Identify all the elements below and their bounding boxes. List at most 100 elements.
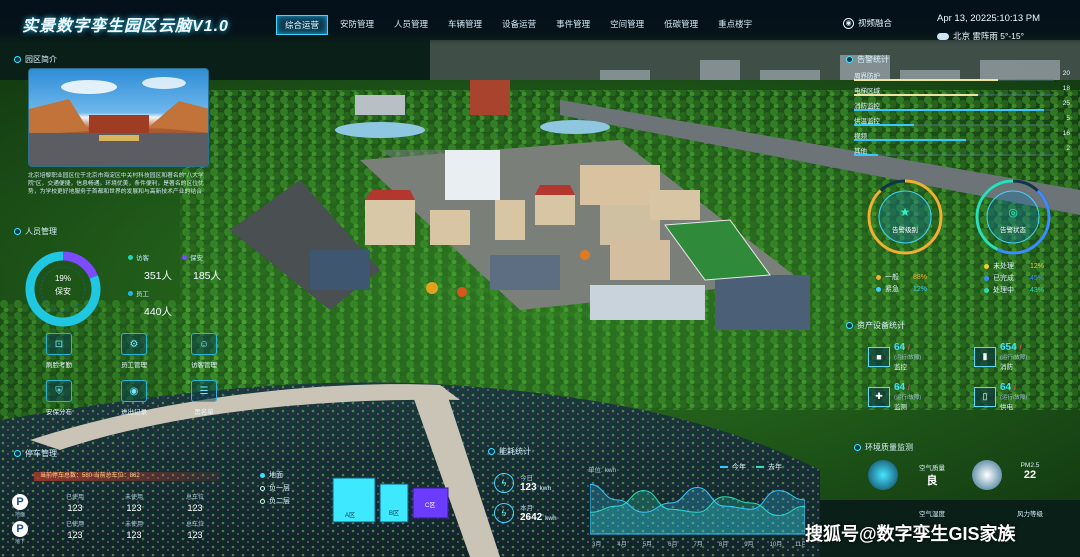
staff-count: 440人 bbox=[144, 306, 173, 318]
alarm-bar-fill bbox=[854, 79, 998, 81]
stat-security: 保安 185人 bbox=[182, 252, 221, 283]
quick-staff-mgmt[interactable]: ⚙ 员工管理 bbox=[114, 333, 154, 369]
panel-marker-icon bbox=[14, 56, 21, 63]
env-title: 环境质量监测 bbox=[865, 443, 913, 452]
floor-b2[interactable]: 负二层 bbox=[260, 496, 290, 506]
parking-icon: P bbox=[12, 521, 28, 537]
alarm-bar-fill bbox=[854, 109, 1044, 111]
donut-label: 保安 bbox=[55, 287, 71, 296]
alarm-bar-value: 25 bbox=[1062, 100, 1070, 107]
asset-fire[interactable]: ▮ 654 /(运行/故障) 消防 bbox=[974, 342, 1027, 371]
zone-c-label: C区 bbox=[425, 502, 435, 509]
parking-floor-legend: 地面 负一层 负二层 bbox=[260, 470, 290, 506]
alarm-level-gauge: ★ bbox=[867, 179, 943, 255]
cloud-icon bbox=[937, 32, 949, 40]
tab-events[interactable]: 事件管理 bbox=[548, 15, 598, 35]
stat-staff: 员工 440人 bbox=[128, 288, 172, 319]
panel-marker-icon bbox=[846, 322, 853, 329]
parking-ground-free: 未使用 123 bbox=[125, 495, 144, 513]
tab-equipment[interactable]: 设备运营 bbox=[494, 15, 544, 35]
video-fusion-button[interactable]: ◉ 视频融合 bbox=[843, 17, 892, 29]
quick-visitor-mgmt[interactable]: ☺ 访客管理 bbox=[184, 333, 224, 369]
x-tick-label: 4月 bbox=[617, 541, 626, 548]
x-tick-label: 11月 bbox=[795, 541, 805, 548]
x-tick-label: 3月 bbox=[592, 541, 601, 548]
zone-a-label: A区 bbox=[345, 512, 355, 519]
tab-key-buildings[interactable]: 重点楼宇 bbox=[710, 15, 760, 35]
energy-area-chart: 3月 4月 5月 6月 7月 8月 9月 10月 11月 bbox=[590, 483, 805, 548]
parking-ground-used: 已使用 123 bbox=[66, 495, 85, 513]
state-unprocessed: 未处理 12% bbox=[984, 261, 1044, 271]
x-tick-label: 9月 bbox=[744, 541, 753, 548]
quick-label: 黑名单 bbox=[194, 409, 214, 416]
parking-underground-label: 地下 bbox=[14, 539, 25, 545]
quick-blacklist[interactable]: ☰ 黑名单 bbox=[184, 380, 224, 416]
panel-marker-icon bbox=[14, 228, 21, 235]
parking-panel-title: 停车管理 bbox=[14, 448, 57, 459]
staff-label: 员工 bbox=[136, 291, 149, 298]
cctv-icon: ■ bbox=[868, 346, 890, 367]
alarm-bar-value: 18 bbox=[1062, 85, 1070, 92]
env-panel-title: 环境质量监测 bbox=[854, 442, 913, 453]
x-tick-label: 7月 bbox=[694, 541, 703, 548]
tab-space[interactable]: 空间管理 bbox=[602, 15, 652, 35]
personnel-panel-title: 人员管理 bbox=[14, 226, 57, 237]
quick-label: 访客管理 bbox=[191, 362, 217, 369]
parking-title: 停车管理 bbox=[25, 449, 57, 458]
tab-personnel[interactable]: 人员管理 bbox=[386, 15, 436, 35]
energy-title: 能耗统计 bbox=[499, 447, 531, 456]
tab-vehicle[interactable]: 车辆管理 bbox=[440, 15, 490, 35]
bolt-icon: ϟ bbox=[494, 502, 514, 523]
tab-security[interactable]: 安防管理 bbox=[332, 15, 382, 35]
env-air-quality: 空气质量良 bbox=[919, 465, 945, 487]
alarm-title: 告警统计 bbox=[857, 55, 889, 64]
alarm-bar-value: 5 bbox=[1066, 115, 1070, 122]
user-icon: ☺ bbox=[191, 333, 217, 355]
watermark-text: 搜狐号@数字孪生GIS家族 bbox=[805, 524, 1016, 544]
tab-overview[interactable]: 综合运营 bbox=[276, 15, 329, 35]
alarm-state-ring[interactable]: ◎ 告警状态 bbox=[972, 176, 1054, 258]
globe-icon: ◉ bbox=[843, 17, 854, 29]
asset-monitoring[interactable]: ✚ 64 /(运行/故障) 监测 bbox=[868, 382, 921, 411]
legend-last-year: 去年 bbox=[756, 462, 782, 472]
legend-this-year: 今年 bbox=[720, 462, 746, 472]
parking-floor-map: A区 B区 C区 bbox=[332, 477, 449, 523]
quick-face-attendance[interactable]: ⊡ 刷脸考勤 bbox=[39, 333, 79, 369]
parking-summary-bar: 当前停车总数：580 当前总车位：862 bbox=[34, 472, 220, 481]
energy-today: ϟ 今日 123 kwh bbox=[494, 472, 551, 493]
quick-label: 安保分布 bbox=[46, 409, 72, 416]
alarm-level-label: 告警级别 bbox=[892, 227, 918, 234]
alarm-bar-value: 20 bbox=[1062, 70, 1070, 77]
campus-gate-photo bbox=[28, 68, 209, 167]
weather: 北京 雷阵雨 5°-15° bbox=[937, 30, 1024, 42]
alarm-level-ring[interactable]: ★ 告警级别 bbox=[864, 176, 946, 258]
shield-icon: ⛨ bbox=[46, 380, 72, 402]
stat-visitors: 访客 351人 bbox=[128, 252, 172, 283]
quick-security-dist[interactable]: ⛨ 安保分布 bbox=[39, 380, 79, 416]
assets-panel-title: 资产设备统计 bbox=[846, 320, 905, 331]
main-nav: 综合运营 安防管理 人员管理 车辆管理 设备运营 事件管理 空间管理 低碳管理 … bbox=[276, 15, 764, 35]
security-label: 保安 bbox=[190, 255, 203, 262]
alarm-bar-row: 电梯区域 18 bbox=[854, 85, 1070, 97]
zone-b-label: B区 bbox=[389, 510, 399, 517]
gear-icon: ⚙ bbox=[121, 333, 147, 355]
energy-month: ϟ 本月 2642 kwh bbox=[494, 502, 557, 523]
floor-ground[interactable]: 地面 bbox=[260, 470, 290, 480]
asset-monitor[interactable]: ■ 64 /(运行/故障) 监控 bbox=[868, 342, 921, 371]
bolt-icon: ϟ bbox=[494, 472, 514, 493]
alarm-panel-title: 告警统计 bbox=[846, 54, 889, 65]
floor-b1[interactable]: 负一层 bbox=[260, 483, 290, 493]
air-quality-icon bbox=[868, 460, 898, 490]
personnel-donut: 19% 保安 bbox=[22, 248, 104, 330]
x-tick-label: 5月 bbox=[643, 541, 652, 548]
quick-access-records[interactable]: ◉ 进出记录 bbox=[114, 380, 154, 416]
datetime: Apr 13, 20225:10:13 PM bbox=[937, 13, 1040, 24]
extinguisher-icon: ▮ bbox=[974, 346, 996, 367]
alarm-bar-fill bbox=[854, 94, 978, 96]
asset-power[interactable]: ▯ 64 /(运行/故障) 供电 bbox=[974, 382, 1027, 411]
campus-gate-illustration bbox=[29, 77, 208, 166]
alarm-bar-row: 其他 2 bbox=[854, 145, 1070, 157]
alarm-state-label: 告警状态 bbox=[1000, 227, 1026, 234]
tab-low-carbon[interactable]: 低碳管理 bbox=[656, 15, 706, 35]
alarm-bar-value: 16 bbox=[1062, 130, 1070, 137]
